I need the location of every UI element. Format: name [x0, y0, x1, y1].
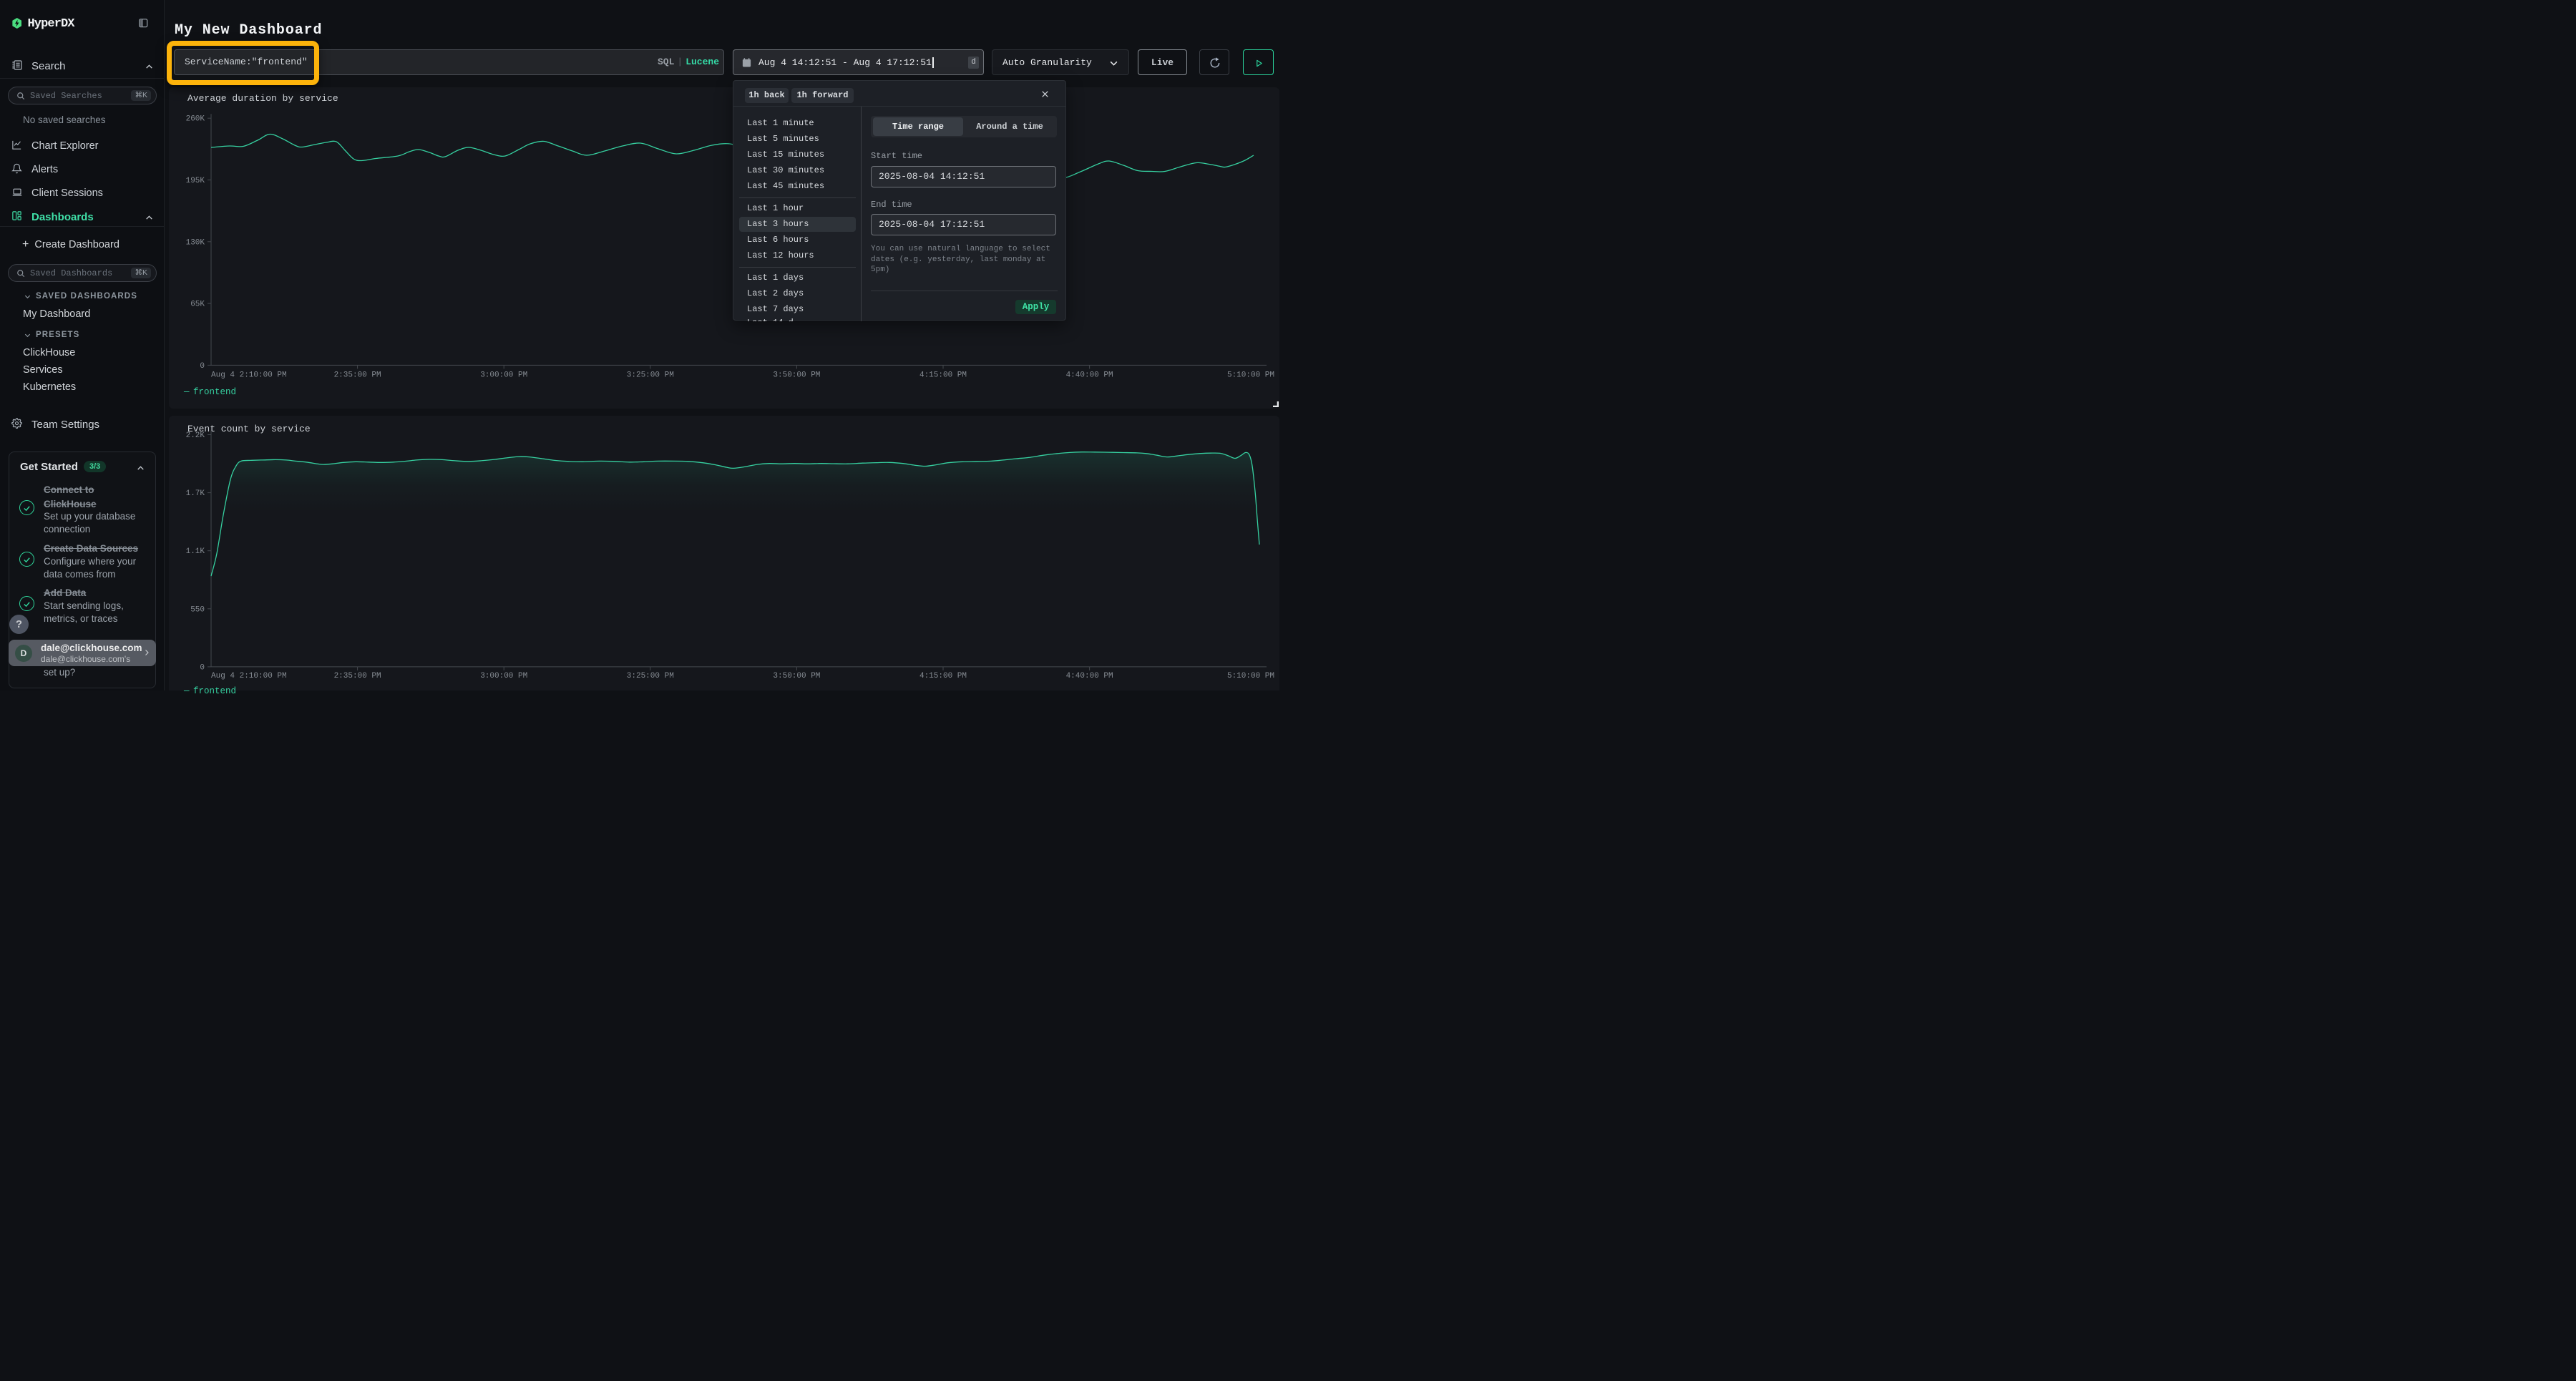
svg-text:195K: 195K — [186, 177, 205, 185]
svg-text:3:25:00 PM: 3:25:00 PM — [627, 371, 674, 380]
svg-text:5:10:00 PM: 5:10:00 PM — [1227, 672, 1274, 680]
svg-text:3:00:00 PM: 3:00:00 PM — [480, 672, 527, 680]
svg-text:3:00:00 PM: 3:00:00 PM — [480, 371, 527, 380]
svg-text:5:10:00 PM: 5:10:00 PM — [1227, 371, 1274, 380]
svg-text:1.1K: 1.1K — [186, 547, 205, 556]
svg-text:0: 0 — [200, 362, 205, 371]
svg-text:260K: 260K — [186, 115, 205, 124]
svg-text:3:25:00 PM: 3:25:00 PM — [627, 672, 674, 680]
svg-text:550: 550 — [190, 605, 205, 614]
svg-text:3:50:00 PM: 3:50:00 PM — [773, 672, 820, 680]
svg-text:4:15:00 PM: 4:15:00 PM — [919, 371, 967, 380]
svg-text:Aug 4 2:10:00 PM: Aug 4 2:10:00 PM — [211, 371, 287, 380]
svg-text:4:40:00 PM: 4:40:00 PM — [1066, 371, 1113, 380]
svg-text:130K: 130K — [186, 238, 205, 247]
svg-text:4:15:00 PM: 4:15:00 PM — [919, 672, 967, 680]
svg-text:Aug 4 2:10:00 PM: Aug 4 2:10:00 PM — [211, 672, 287, 680]
svg-text:4:40:00 PM: 4:40:00 PM — [1066, 672, 1113, 680]
svg-text:65K: 65K — [190, 301, 205, 309]
svg-text:3:50:00 PM: 3:50:00 PM — [773, 371, 820, 380]
svg-text:1.7K: 1.7K — [186, 489, 205, 498]
svg-text:0: 0 — [200, 663, 205, 672]
svg-text:2:35:00 PM: 2:35:00 PM — [334, 672, 381, 680]
svg-text:2.2K: 2.2K — [186, 431, 205, 440]
svg-text:2:35:00 PM: 2:35:00 PM — [334, 371, 381, 380]
